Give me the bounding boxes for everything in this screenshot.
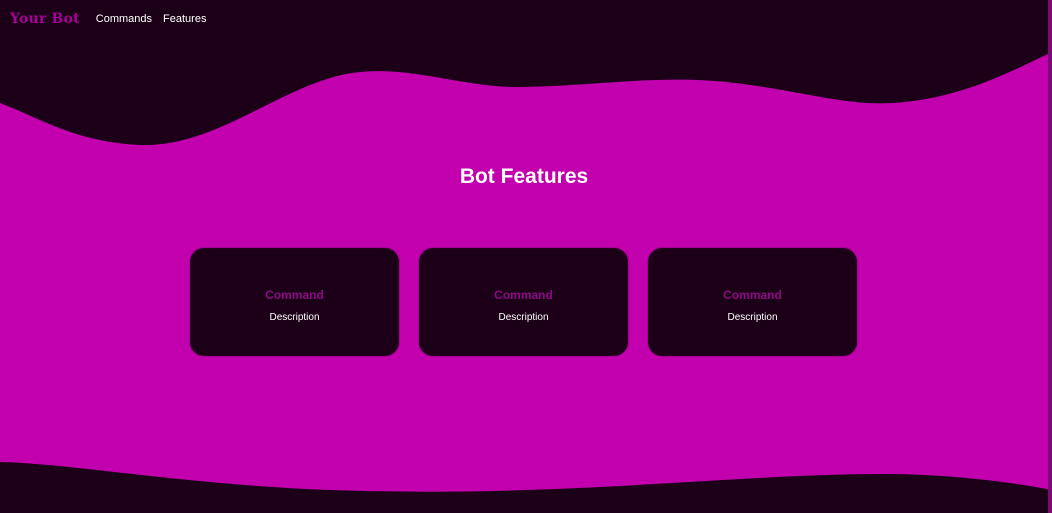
card-title: Command — [265, 287, 324, 302]
page: Your Bot Commands Features Bot Features … — [0, 0, 1052, 513]
card-title: Command — [494, 287, 553, 302]
brand-logo[interactable]: Your Bot — [10, 11, 80, 27]
feature-cards: Command Description Command Description … — [190, 248, 857, 356]
features-heading: Bot Features — [459, 165, 589, 188]
feature-card: Command Description — [648, 248, 857, 356]
card-description: Description — [498, 311, 549, 323]
feature-card: Command Description — [419, 248, 628, 356]
nav-link-features[interactable]: Features — [163, 13, 206, 25]
navbar: Your Bot Commands Features — [0, 0, 217, 38]
scrollbar[interactable] — [1048, 0, 1052, 513]
nav-link-commands[interactable]: Commands — [96, 13, 152, 25]
feature-card: Command Description — [190, 248, 399, 356]
card-title: Command — [723, 287, 782, 302]
card-description: Description — [269, 311, 320, 323]
card-description: Description — [727, 311, 778, 323]
